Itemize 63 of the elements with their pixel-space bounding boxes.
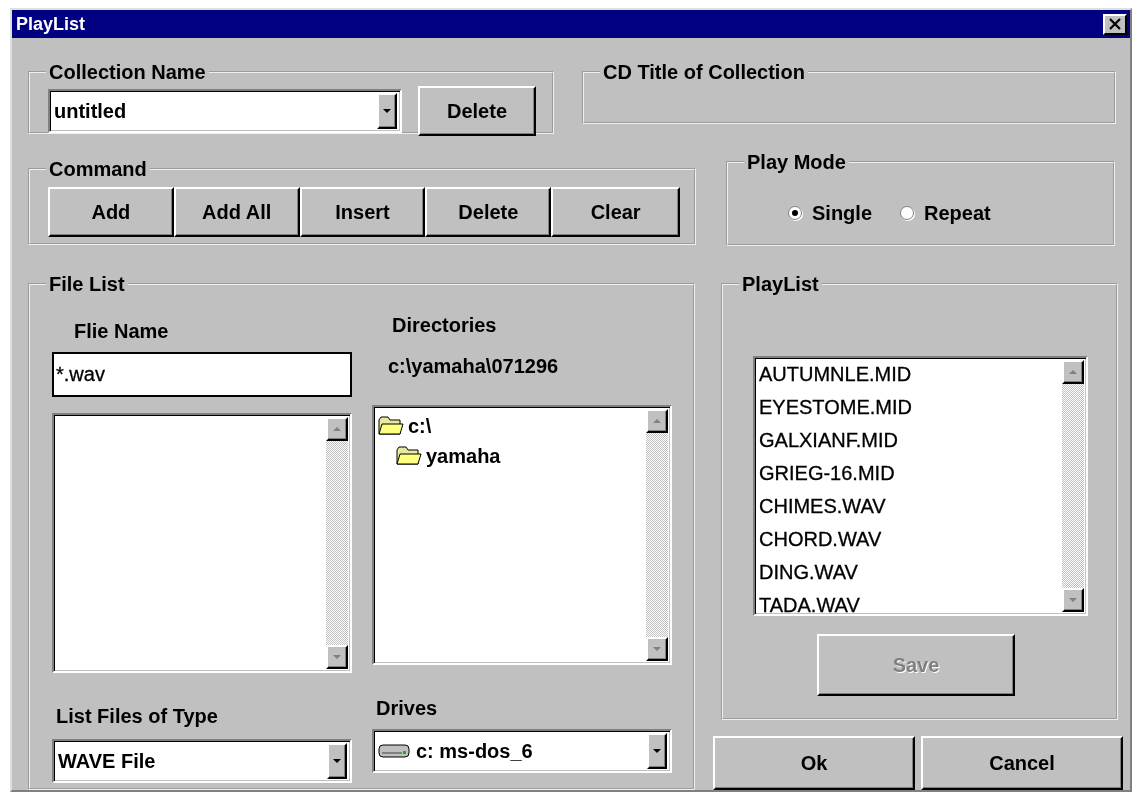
playlist-item[interactable]: EYESTOME.MID <box>759 391 1058 424</box>
playlist-item[interactable]: GRIEG-16.MID <box>759 457 1058 490</box>
drives-dropdown[interactable]: c: ms-dos_6 <box>372 729 672 773</box>
dropdown-button[interactable] <box>327 743 347 779</box>
drive-icon <box>378 743 410 759</box>
playlist-item[interactable]: GALXIANF.MID <box>759 424 1058 457</box>
field-label: Drives <box>376 696 439 721</box>
scroll-up-button[interactable] <box>1062 360 1084 384</box>
scroll-down-icon <box>1069 598 1077 602</box>
scroll-up-icon <box>1069 370 1077 374</box>
field-label: List Files of Type <box>56 704 219 729</box>
scroll-down-button[interactable] <box>1062 588 1084 612</box>
field-label: Directories <box>392 313 498 338</box>
directory-path: c:\yamaha\071296 <box>388 354 560 379</box>
scroll-up-button[interactable] <box>646 409 668 433</box>
command-button[interactable]: Clear <box>551 187 681 237</box>
radio-option[interactable]: Repeat <box>900 198 991 228</box>
radio-button[interactable] <box>788 206 802 220</box>
window-title: PlayList <box>16 12 86 36</box>
dropdown-button[interactable] <box>377 93 397 129</box>
dropdown-arrow-icon <box>333 759 341 763</box>
scroll-down-icon <box>653 647 661 651</box>
playlist-item[interactable]: CHIMES.WAV <box>759 490 1058 523</box>
dialog-button[interactable]: Ok <box>713 736 915 790</box>
directory-item[interactable]: c:\ <box>378 411 642 441</box>
dropdown-arrow-icon <box>653 749 661 753</box>
group-label: CD Title of Collection <box>602 62 806 82</box>
scroll-up-icon <box>333 427 341 431</box>
command-button[interactable]: Delete <box>425 187 552 237</box>
scroll-up-icon <box>653 419 661 423</box>
delete-button[interactable]: Delete <box>418 86 536 136</box>
folder-icon <box>396 446 422 466</box>
group-label: File List <box>48 274 126 294</box>
radio-button[interactable] <box>900 206 914 220</box>
command-button[interactable]: Add <box>48 187 174 237</box>
scroll-down-button[interactable] <box>326 645 348 669</box>
scroll-down-icon <box>333 655 341 659</box>
file-type-dropdown[interactable]: WAVE File <box>52 739 352 783</box>
command-button[interactable]: Insert <box>299 187 426 237</box>
playlist-item[interactable]: DING.WAV <box>759 556 1058 589</box>
group-label: Collection Name <box>48 62 207 82</box>
file-listbox[interactable] <box>52 413 352 673</box>
dialog-button[interactable]: Cancel <box>921 736 1123 790</box>
command-button[interactable]: Add All <box>173 187 300 237</box>
field-label: Flie Name <box>74 319 170 344</box>
playlist-listbox[interactable]: AUTUMNLE.MID EYESTOME.MID GALXIANF.MID GRIEG-16.MID CHIMES.WAV CHORD.WAV DING.WAV TADA.WAV <box>753 356 1088 616</box>
dropdown-arrow-icon <box>383 109 391 113</box>
directory-item[interactable]: yamaha <box>378 441 642 471</box>
directory-listbox[interactable]: c:\ yamaha <box>372 405 672 665</box>
radio-option[interactable]: Single <box>788 198 872 228</box>
close-icon <box>1108 18 1122 30</box>
group-label: Play Mode <box>746 152 847 172</box>
group-label: PlayList <box>741 274 820 294</box>
scroll-up-button[interactable] <box>326 417 348 441</box>
playlist-item[interactable]: AUTUMNLE.MID <box>759 358 1058 391</box>
close-button[interactable] <box>1103 13 1127 35</box>
collection-name-dropdown[interactable]: untitled <box>48 89 402 133</box>
scroll-down-button[interactable] <box>646 637 668 661</box>
playlist-item[interactable]: CHORD.WAV <box>759 523 1058 556</box>
file-name-input[interactable]: *.wav <box>52 352 352 397</box>
group-label: Command <box>48 159 148 179</box>
dropdown-button[interactable] <box>647 733 667 769</box>
folder-icon <box>378 416 404 436</box>
